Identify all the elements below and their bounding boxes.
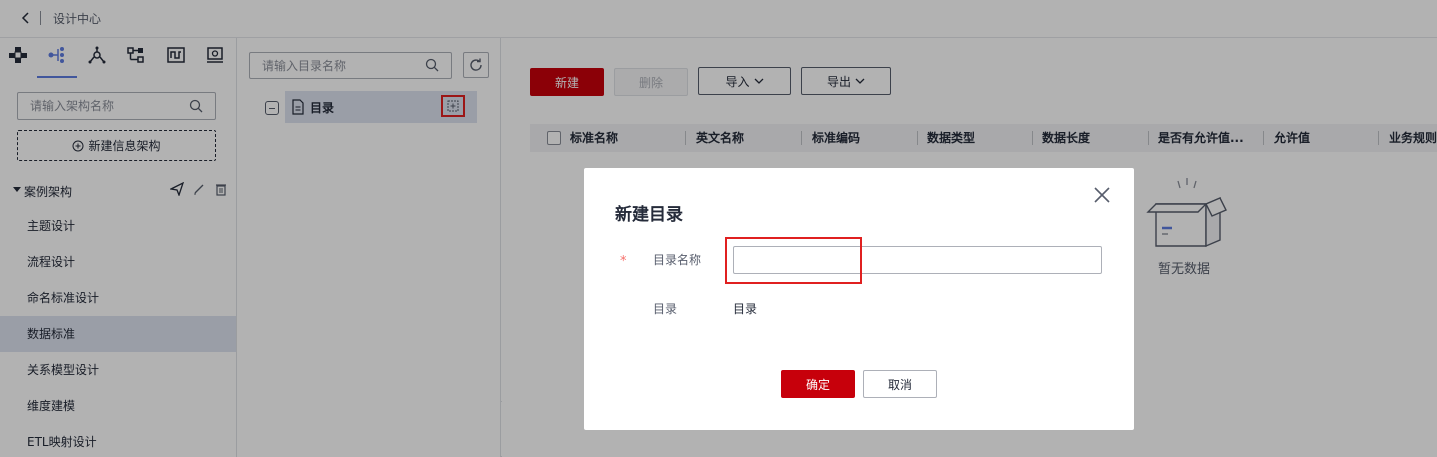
parent-directory-value: 目录 xyxy=(733,302,758,316)
directory-name-input[interactable] xyxy=(734,247,1101,273)
cancel-button[interactable]: 取消 xyxy=(863,370,937,398)
directory-name-field[interactable] xyxy=(733,246,1102,274)
new-directory-dialog: 新建目录 * 目录名称 目录 目录 确定 取消 xyxy=(584,168,1134,430)
directory-name-label: 目录名称 xyxy=(653,253,702,267)
dialog-title: 新建目录 xyxy=(615,205,683,225)
confirm-button[interactable]: 确定 xyxy=(781,370,855,398)
parent-directory-label: 目录 xyxy=(653,302,678,316)
required-marker: * xyxy=(620,254,627,269)
close-icon[interactable] xyxy=(1092,185,1112,205)
